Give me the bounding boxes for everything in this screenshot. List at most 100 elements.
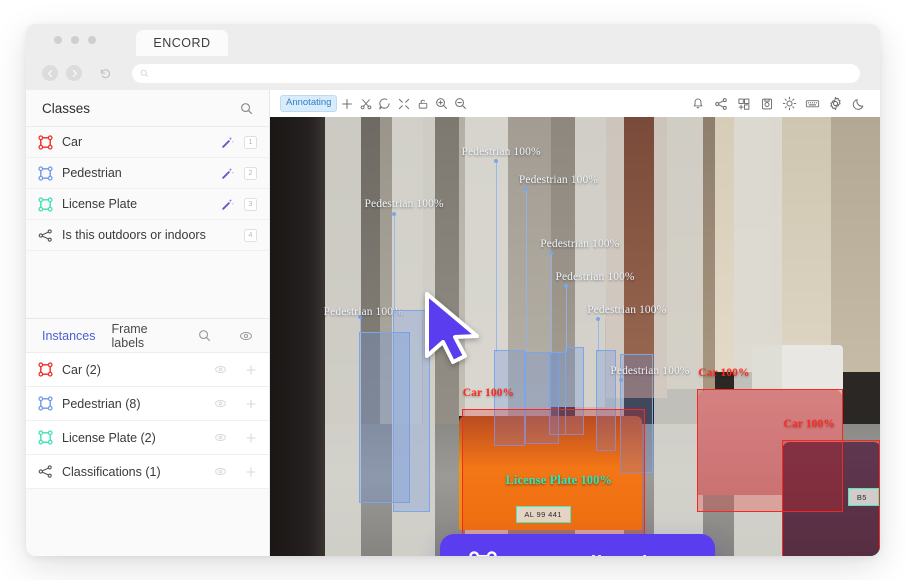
class-row-car[interactable]: Car 1 bbox=[26, 127, 269, 158]
keyboard-icon[interactable] bbox=[801, 92, 824, 115]
annotation-leader-line bbox=[526, 189, 527, 354]
minimize-window-dot[interactable] bbox=[71, 36, 79, 44]
classes-panel-header: Classes bbox=[26, 90, 269, 126]
annotation-label: Pedestrian 100% bbox=[587, 304, 666, 316]
instance-row-pedestrian[interactable]: Pedestrian (8) bbox=[26, 387, 269, 421]
left-sidebar: Classes Car 1 Pe bbox=[26, 90, 270, 556]
search-icon bbox=[140, 69, 149, 78]
eye-icon[interactable] bbox=[214, 431, 227, 444]
instance-row-car[interactable]: Car (2) bbox=[26, 353, 269, 387]
sidebar-empty-area bbox=[26, 251, 269, 319]
scene-crosswalk-stripe bbox=[319, 117, 362, 556]
plus-icon[interactable] bbox=[245, 432, 257, 444]
scissors-icon[interactable] bbox=[356, 94, 375, 113]
class-row-classification[interactable]: Is this outdoors or indoors 4 bbox=[26, 220, 269, 251]
annotation-label: Pedestrian 100% bbox=[540, 238, 619, 250]
comment-icon[interactable] bbox=[375, 94, 394, 113]
close-window-dot[interactable] bbox=[54, 36, 62, 44]
annotation-handle[interactable] bbox=[596, 317, 600, 321]
instance-row-classifications[interactable]: Classifications (1) bbox=[26, 455, 269, 489]
class-row-license-plate[interactable]: License Plate 3 bbox=[26, 189, 269, 220]
scene-building bbox=[831, 117, 880, 372]
lock-icon[interactable] bbox=[413, 94, 432, 113]
tab-instances[interactable]: Instances bbox=[42, 329, 96, 343]
eye-icon[interactable] bbox=[239, 329, 253, 343]
browser-tab-title: ENCORD bbox=[153, 36, 210, 50]
browser-window: ENCORD Classes bbox=[26, 24, 880, 556]
instance-label: Classifications (1) bbox=[62, 465, 205, 479]
license-plate-text: B5 bbox=[857, 493, 867, 502]
fit-to-screen-icon[interactable] bbox=[394, 94, 413, 113]
class-row-pedestrian[interactable]: Pedestrian 2 bbox=[26, 158, 269, 189]
annotation-label: Pedestrian 100% bbox=[462, 146, 541, 158]
magic-wand-icon[interactable] bbox=[221, 135, 235, 149]
bounding-box-icon bbox=[38, 362, 53, 377]
plus-icon[interactable] bbox=[245, 398, 257, 410]
bounding-box-tool-pill[interactable]: Bounding box bbox=[440, 534, 715, 556]
annotation-label: Car 100% bbox=[698, 367, 749, 379]
save-icon[interactable] bbox=[755, 92, 778, 115]
bounding-box-icon bbox=[38, 430, 53, 445]
settings-gear-icon[interactable] bbox=[824, 92, 847, 115]
eye-icon[interactable] bbox=[214, 397, 227, 410]
bounding-box-tool-label: Bounding box bbox=[515, 551, 687, 557]
eye-icon[interactable] bbox=[214, 465, 227, 478]
instance-row-license-plate[interactable]: License Plate (2) bbox=[26, 421, 269, 455]
annotation-leader-line bbox=[598, 319, 599, 352]
annotation-leader-line bbox=[566, 286, 567, 352]
browser-tab-encord[interactable]: ENCORD bbox=[136, 30, 228, 56]
add-icon[interactable] bbox=[337, 94, 356, 113]
classification-icon bbox=[38, 464, 53, 479]
address-bar[interactable] bbox=[132, 64, 860, 83]
scene-crosswalk-stripe bbox=[654, 117, 703, 556]
instance-label: Pedestrian (8) bbox=[62, 397, 205, 411]
magic-wand-icon[interactable] bbox=[221, 197, 235, 211]
forward-arrow-icon[interactable] bbox=[66, 65, 82, 81]
shortcut-badge: 1 bbox=[244, 136, 257, 149]
app-body: Classes Car 1 Pe bbox=[26, 90, 880, 556]
bounding-box-icon bbox=[38, 135, 53, 150]
status-badge[interactable]: Annotating bbox=[280, 95, 337, 112]
shortcut-badge: 3 bbox=[244, 198, 257, 211]
instances-panel-header: Instances Frame labels bbox=[26, 319, 269, 353]
bounding-box-icon bbox=[38, 197, 53, 212]
classes-panel-title: Classes bbox=[42, 101, 90, 116]
annotation-label: Pedestrian 100% bbox=[555, 271, 634, 283]
window-traffic-lights bbox=[54, 36, 96, 44]
share-icon[interactable] bbox=[709, 92, 732, 115]
image-canvas[interactable]: Pedestrian 100% Pedestrian 100% Pedestrian… bbox=[270, 117, 880, 556]
plus-icon[interactable] bbox=[245, 364, 257, 376]
tab-frame-labels[interactable]: Frame labels bbox=[112, 322, 166, 350]
bounding-box-icon bbox=[38, 396, 53, 411]
brightness-icon[interactable] bbox=[778, 92, 801, 115]
bounding-box-icon bbox=[468, 550, 498, 557]
maximize-window-dot[interactable] bbox=[88, 36, 96, 44]
annotation-leader-line bbox=[551, 253, 552, 354]
back-arrow-icon[interactable] bbox=[42, 65, 58, 81]
shortcut-badge: 4 bbox=[244, 229, 257, 242]
license-plate-text: AL 99 441 bbox=[524, 510, 562, 519]
instance-label: License Plate (2) bbox=[62, 431, 205, 445]
annotation-label: Pedestrian 100% bbox=[610, 365, 689, 377]
annotation-handle[interactable] bbox=[549, 251, 553, 255]
search-icon[interactable] bbox=[198, 329, 211, 342]
add-widget-icon[interactable] bbox=[732, 92, 755, 115]
annotation-label: Car 100% bbox=[463, 387, 514, 399]
class-label: Is this outdoors or indoors bbox=[62, 228, 235, 242]
annotation-label: Pedestrian 100% bbox=[519, 174, 598, 186]
zoom-in-icon[interactable] bbox=[432, 94, 451, 113]
class-label: Car bbox=[62, 135, 212, 149]
annotation-leader-line bbox=[394, 214, 395, 313]
annotation-label: License Plate 100% bbox=[505, 473, 612, 488]
canvas-toolbar: Annotating bbox=[270, 90, 880, 117]
browser-tab-strip: ENCORD bbox=[26, 24, 880, 56]
search-icon[interactable] bbox=[240, 102, 253, 115]
plus-icon[interactable] bbox=[245, 466, 257, 478]
bell-icon[interactable] bbox=[686, 92, 709, 115]
eye-icon[interactable] bbox=[214, 363, 227, 376]
magic-wand-icon[interactable] bbox=[221, 166, 235, 180]
dark-mode-moon-icon[interactable] bbox=[847, 92, 870, 115]
reload-icon[interactable] bbox=[96, 64, 114, 82]
annotation-handle[interactable] bbox=[494, 159, 498, 163]
zoom-out-icon[interactable] bbox=[451, 94, 470, 113]
